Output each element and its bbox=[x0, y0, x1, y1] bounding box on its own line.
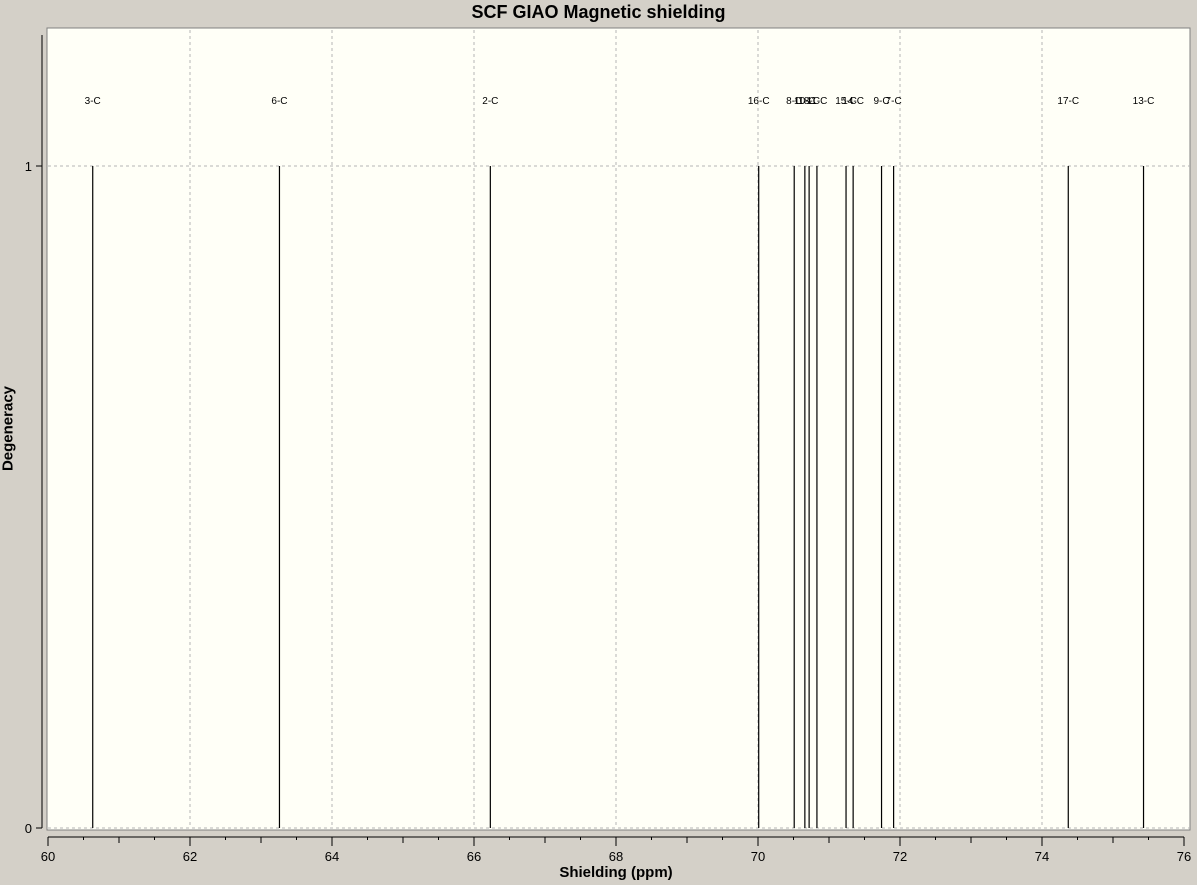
x-tick-label: 64 bbox=[325, 849, 339, 864]
plot-area bbox=[46, 27, 1191, 831]
peak-label: 14-C bbox=[842, 96, 864, 107]
x-tick-label: 66 bbox=[467, 849, 481, 864]
x-tick-label: 70 bbox=[751, 849, 765, 864]
peak-label: 17-C bbox=[1057, 96, 1079, 107]
peak-label: 2-C bbox=[482, 96, 498, 107]
spectrum-plot: 60 62 64 66 68 70 72 74 7601 3-C 6-C 2-C 16-C 8-C10-… bbox=[25, 27, 1191, 864]
x-tick-label: 72 bbox=[893, 849, 907, 864]
x-tick-label: 76 bbox=[1177, 849, 1191, 864]
peak-label: 16-C bbox=[748, 96, 770, 107]
peak-label: 7-C bbox=[886, 96, 902, 107]
x-axis-label: Shielding (ppm) bbox=[559, 864, 673, 881]
peak-label: 3-C bbox=[85, 96, 101, 107]
x-tick-label: 74 bbox=[1035, 849, 1049, 864]
x-tick-label: 68 bbox=[609, 849, 623, 864]
peak-label: 13-C bbox=[1133, 96, 1155, 107]
x-tick-label: 62 bbox=[183, 849, 197, 864]
y-tick-label: 1 bbox=[25, 159, 32, 174]
y-tick-label: 0 bbox=[25, 821, 32, 836]
x-tick-label: 60 bbox=[41, 849, 55, 864]
peak-label: 11-C bbox=[806, 96, 827, 107]
y-axis-label: Degeneracy bbox=[0, 385, 17, 472]
peak-label: 6-C bbox=[271, 96, 287, 107]
